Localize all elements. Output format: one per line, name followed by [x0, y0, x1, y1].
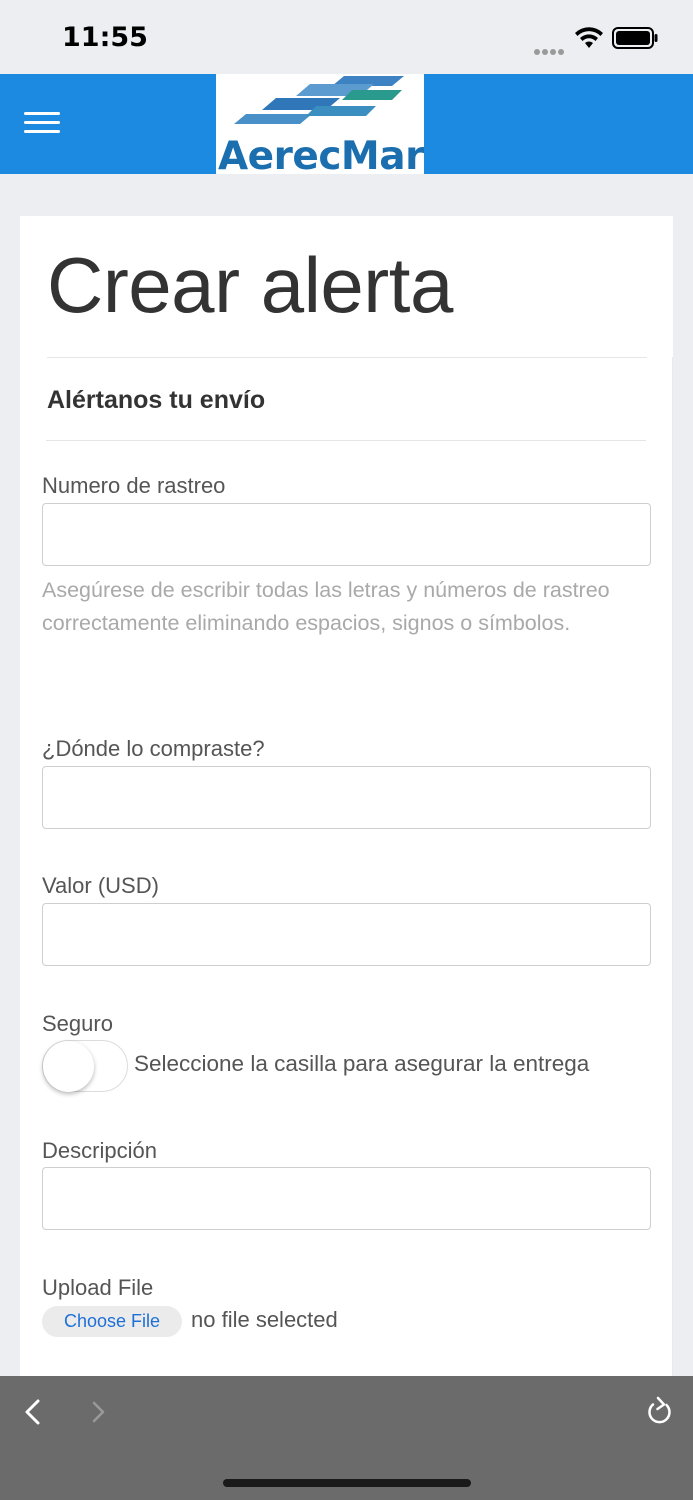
tracking-number-help: Asegúrese de escribir todas las letras y…	[42, 578, 610, 635]
page-title: Crear alerta	[47, 241, 453, 329]
cellular-signal-icon	[534, 42, 566, 55]
description-input[interactable]	[42, 1167, 651, 1230]
insurance-toggle-knob	[43, 1041, 94, 1092]
browser-toolbar	[0, 1376, 693, 1500]
section-heading: Alértanos tu envío	[47, 386, 266, 414]
value-usd-input[interactable]	[42, 903, 651, 966]
back-icon[interactable]	[22, 1398, 44, 1426]
status-time: 11:55	[62, 22, 148, 53]
store-input[interactable]	[42, 766, 651, 829]
section-divider	[46, 440, 646, 441]
reload-icon[interactable]	[644, 1394, 674, 1428]
status-bar: 11:55	[0, 0, 693, 74]
alert-form-card: Crear alerta Alértanos tu envío Numero d…	[20, 216, 673, 1376]
home-indicator	[223, 1479, 471, 1487]
logo[interactable]: AerecMar	[216, 74, 424, 174]
tracking-number-label: Numero de rastreo	[42, 473, 226, 498]
app-header: AerecMar	[0, 74, 693, 174]
tracking-number-input[interactable]	[42, 503, 651, 566]
insurance-label: Seguro	[42, 1011, 113, 1036]
battery-icon	[612, 27, 658, 49]
title-divider	[47, 357, 647, 358]
logo-text: AerecMar	[218, 134, 424, 174]
forward-icon[interactable]	[88, 1398, 110, 1426]
wifi-icon	[575, 27, 603, 48]
file-status: no file selected	[191, 1307, 338, 1332]
choose-file-button[interactable]: Choose File	[42, 1306, 182, 1337]
description-label: Descripción	[42, 1138, 157, 1163]
menu-icon[interactable]	[24, 112, 60, 138]
value-usd-label: Valor (USD)	[42, 873, 159, 898]
insurance-toggle-label: Seleccione la casilla para asegurar la e…	[134, 1051, 590, 1076]
panel-border	[672, 357, 673, 1376]
insurance-toggle[interactable]	[42, 1040, 128, 1092]
store-label: ¿Dónde lo compraste?	[42, 736, 265, 761]
upload-file-label: Upload File	[42, 1275, 154, 1300]
